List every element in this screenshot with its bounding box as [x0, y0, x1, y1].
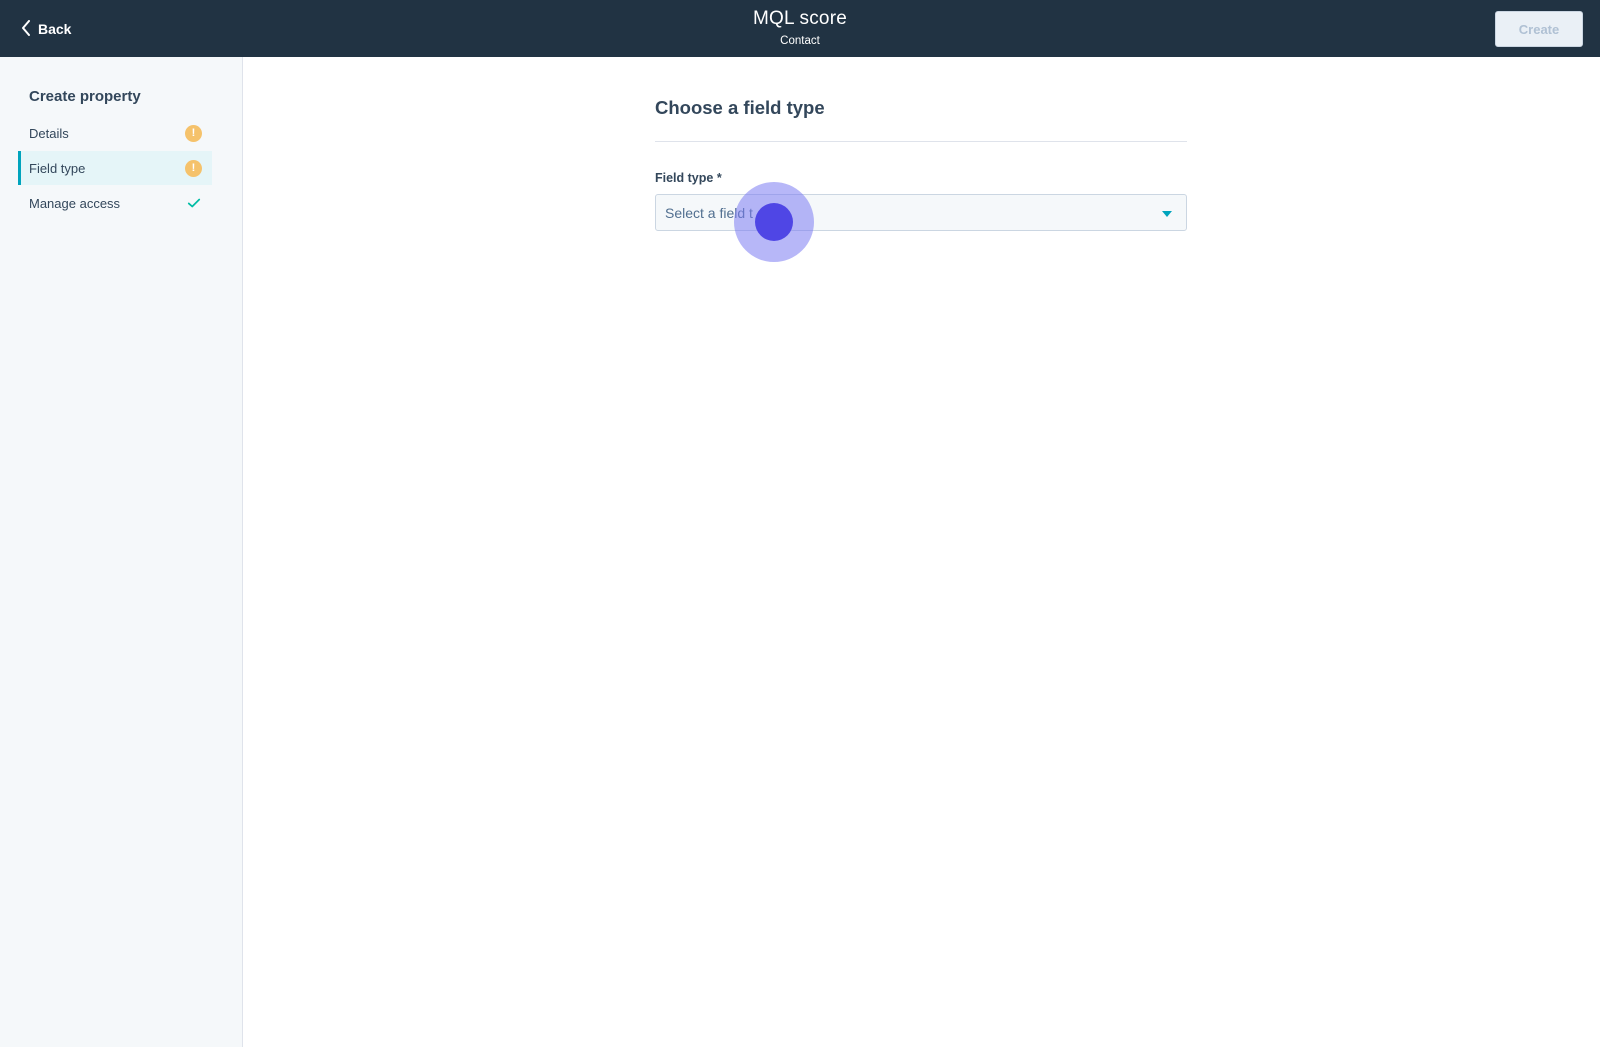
sidebar-item-label: Field type [29, 160, 86, 176]
page-subtitle: Contact [780, 35, 820, 47]
click-indicator-dot [755, 203, 793, 241]
sidebar-item-label: Manage access [29, 195, 121, 211]
sidebar-heading: Create property [29, 88, 141, 105]
sidebar-item-label: Details [29, 125, 69, 141]
sidebar-item-manage-access[interactable]: Manage access [18, 186, 212, 220]
divider [655, 141, 1187, 142]
field-type-label: Field type * [655, 171, 722, 185]
create-button[interactable]: Create [1495, 11, 1583, 47]
page-title: MQL score [752, 8, 847, 29]
warning-icon: ! [185, 124, 202, 142]
sidebar: Create property Details ! Field type ! M… [0, 57, 243, 1047]
top-bar: Back MQL score Contact Create [0, 0, 1600, 57]
section-heading: Choose a field type [655, 97, 825, 118]
sidebar-item-details[interactable]: Details ! [18, 116, 212, 150]
caret-down-icon [1162, 204, 1172, 222]
warning-icon: ! [185, 159, 202, 177]
title-block: MQL score Contact [0, 8, 1600, 49]
sidebar-item-field-type[interactable]: Field type ! [18, 151, 212, 185]
check-icon [186, 195, 202, 211]
